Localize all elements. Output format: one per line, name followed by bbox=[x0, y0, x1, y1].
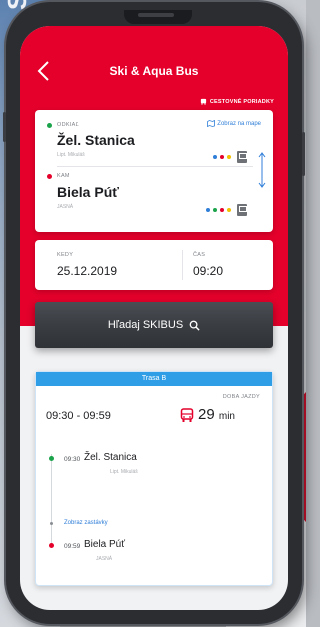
duration-value: 29 min bbox=[198, 406, 235, 423]
search-icon bbox=[189, 320, 200, 331]
step-sub: Lipt. Mikuláš bbox=[110, 469, 138, 475]
destination-dot bbox=[47, 174, 52, 179]
from-label: ODKIAĽ bbox=[57, 122, 79, 128]
stops-dot bbox=[50, 522, 53, 525]
result-header: Trasa B bbox=[36, 372, 272, 386]
line-dot bbox=[227, 155, 231, 159]
line-dot bbox=[227, 208, 231, 212]
time-range: 09:30 - 09:59 bbox=[46, 410, 111, 422]
duration-number: 29 bbox=[198, 406, 215, 423]
divider-vertical bbox=[182, 250, 183, 280]
to-stop-sub: JASNÁ bbox=[57, 204, 74, 210]
origin-dot bbox=[47, 123, 52, 128]
phone-frame: Ski & Aqua Bus CESTOVNÉ PORIADKY ODKIAĽ … bbox=[3, 2, 305, 624]
swap-direction-icon[interactable] bbox=[258, 150, 266, 190]
step-time: 09:59 bbox=[64, 543, 81, 550]
map-link-label: Zobraz na mape bbox=[217, 120, 261, 127]
duration-unit: min bbox=[218, 411, 235, 422]
app-screen: Ski & Aqua Bus CESTOVNÉ PORIADKY ODKIAĽ … bbox=[20, 26, 288, 610]
origin-dot bbox=[49, 456, 54, 461]
line-dot bbox=[213, 155, 217, 159]
from-line-dots bbox=[213, 151, 247, 163]
search-skibus-button[interactable]: Hľadaj SKIBUS bbox=[35, 302, 273, 348]
line-dot bbox=[213, 208, 217, 212]
bus-small-icon bbox=[200, 98, 206, 105]
to-label: KAM bbox=[57, 173, 70, 179]
search-button-label: Hľadaj SKIBUS bbox=[107, 319, 184, 331]
volume-button bbox=[3, 112, 6, 142]
from-stop-sub: Lipt. Mikuláš bbox=[57, 152, 85, 158]
route-result-card[interactable]: Trasa B DOBA JAZDY 09:30 - 09:59 29 min … bbox=[35, 371, 273, 586]
line-dot bbox=[220, 208, 224, 212]
destination-dot bbox=[49, 543, 54, 548]
map-icon bbox=[207, 120, 216, 127]
line-dot bbox=[220, 155, 224, 159]
line-dot bbox=[206, 208, 210, 212]
bus-stop-icon bbox=[237, 151, 247, 163]
date-label: KEDY bbox=[57, 252, 74, 258]
time-label: ČAS bbox=[193, 252, 206, 258]
power-button bbox=[302, 132, 305, 176]
step-time: 09:30 bbox=[64, 456, 81, 463]
to-stop-field[interactable]: Biela Púť bbox=[57, 184, 119, 200]
step-stop: Biela Púť bbox=[84, 539, 125, 550]
to-line-dots bbox=[206, 204, 247, 216]
datetime-card: KEDY 25.12.2019 ČAS 09:20 bbox=[35, 240, 273, 290]
route-timeline bbox=[51, 454, 52, 544]
divider bbox=[57, 166, 253, 167]
time-field[interactable]: 09:20 bbox=[193, 264, 223, 278]
bus-stop-icon bbox=[237, 204, 247, 216]
step-stop: Žel. Stanica bbox=[84, 452, 137, 463]
date-field[interactable]: 25.12.2019 bbox=[57, 264, 117, 278]
timetables-link[interactable]: CESTOVNÉ PORIADKY bbox=[200, 98, 274, 105]
app-title: Ski & Aqua Bus bbox=[109, 64, 199, 78]
timetables-link-label: CESTOVNÉ PORIADKY bbox=[209, 98, 274, 105]
route-card: ODKIAĽ Zobraz na mape Žel. Stanica Lipt.… bbox=[35, 110, 273, 232]
show-stops-link[interactable]: Zobraz zastávky bbox=[64, 520, 108, 526]
phone-speaker bbox=[138, 13, 174, 17]
step-sub: JASNÁ bbox=[96, 556, 113, 562]
map-link[interactable]: Zobraz na mape bbox=[207, 120, 261, 127]
duration-label: DOBA JAZDY bbox=[222, 394, 260, 400]
bus-icon bbox=[180, 408, 194, 422]
from-stop-field[interactable]: Žel. Stanica bbox=[57, 132, 135, 148]
